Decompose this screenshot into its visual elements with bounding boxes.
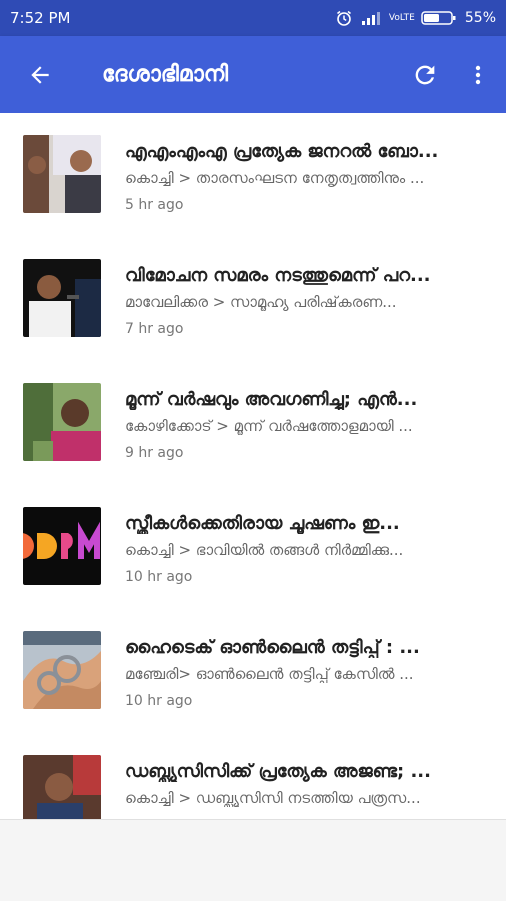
arrow-back-icon <box>31 65 49 84</box>
news-time: 9 hr ago <box>125 445 184 461</box>
news-thumbnail <box>23 383 101 461</box>
news-title: മൂന്ന് വർഷവും അവഗണിച്ചു; എൻ... <box>125 389 418 410</box>
app-title: ദേശാഭിമാനി <box>102 62 229 87</box>
alarm-icon <box>336 10 351 26</box>
signal-icon <box>361 12 380 25</box>
news-title: എഎംഎംഎ പ്രത്യേക ജനറൽ ബോ... <box>125 141 439 162</box>
news-item[interactable]: വിമോചന സമരം നടത്തുമെന്ന് പറ... മാവേലിക്ക… <box>0 237 506 361</box>
overflow-menu-button[interactable] <box>450 36 506 113</box>
news-time: 10 hr ago <box>125 693 193 709</box>
status-icons: VoLTE 55% <box>335 9 496 27</box>
news-snippet: മഞ്ചേരി> ഓൺലൈൻ തട്ടിപ്പ് കേസിൽ ... <box>125 665 414 683</box>
app-bar: ദേശാഭിമാനി <box>0 36 506 113</box>
news-title: വിമോചന സമരം നടത്തുമെന്ന് പറ... <box>125 265 431 286</box>
news-title: ഡബ്ല്യുസിസിക്ക് പ്രത്യേക അജണ്ട; ... <box>125 761 431 782</box>
news-item[interactable]: ഡബ്ല്യുസിസിക്ക് പ്രത്യേക അജണ്ട; ... കൊച്… <box>0 733 506 819</box>
refresh-icon <box>415 65 435 84</box>
news-snippet: കൊച്ചി > ഡബ്ല്യുസിസി നടത്തിയ പത്രസ... <box>125 789 421 807</box>
news-snippet: കൊച്ചി > താരസംഘടന നേതൃത്വത്തിനും ... <box>125 169 425 187</box>
news-time: 10 hr ago <box>125 569 193 585</box>
volte-label: VoLTE <box>388 12 415 23</box>
news-time: 7 hr ago <box>125 321 184 337</box>
bottom-area <box>0 819 506 901</box>
news-list: എഎംഎംഎ പ്രത്യേക ജനറൽ ബോ... കൊച്ചി > താരസ… <box>0 113 506 819</box>
more-vert-icon <box>475 65 481 84</box>
news-item[interactable]: മൂന്ന് വർഷവും അവഗണിച്ചു; എൻ... കോഴിക്കോട… <box>0 361 506 485</box>
battery-icon <box>421 11 456 25</box>
news-thumbnail <box>23 755 101 819</box>
news-thumbnail <box>23 631 101 709</box>
news-title: സ്ത്രീകൾക്കെതിരായ ചൂഷണം ഇ... <box>125 513 400 534</box>
news-thumbnail <box>23 135 101 213</box>
news-thumbnail <box>23 507 101 585</box>
status-bar: 7:52 PM VoLTE 55% <box>0 0 506 36</box>
news-snippet: മാവേലിക്കര > സാമൂഹ്യ പരിഷ്‌കരണ... <box>125 293 397 311</box>
news-item[interactable]: എഎംഎംഎ പ്രത്യേക ജനറൽ ബോ... കൊച്ചി > താരസ… <box>0 113 506 237</box>
back-button[interactable] <box>0 36 80 113</box>
news-title: ഹൈടെക് ഓൺലൈൻ തട്ടിപ്പ് : ... <box>125 637 420 658</box>
news-item[interactable]: ഹൈടെക് ഓൺലൈൻ തട്ടിപ്പ് : ... മഞ്ചേരി> ഓൺ… <box>0 609 506 733</box>
news-snippet: കൊച്ചി > ഭാവിയിൽ തങ്ങൾ നിർമ്മിക്കു... <box>125 541 404 559</box>
status-time: 7:52 PM <box>10 9 71 27</box>
battery-percent: 55% <box>464 10 496 26</box>
news-thumbnail <box>23 259 101 337</box>
news-item[interactable]: സ്ത്രീകൾക്കെതിരായ ചൂഷണം ഇ... കൊച്ചി > ഭാ… <box>0 485 506 609</box>
refresh-button[interactable] <box>400 36 450 113</box>
news-time: 5 hr ago <box>125 197 184 213</box>
news-snippet: കോഴിക്കോട് > മൂന്ന് വർഷത്തോളമായി ... <box>125 417 413 435</box>
